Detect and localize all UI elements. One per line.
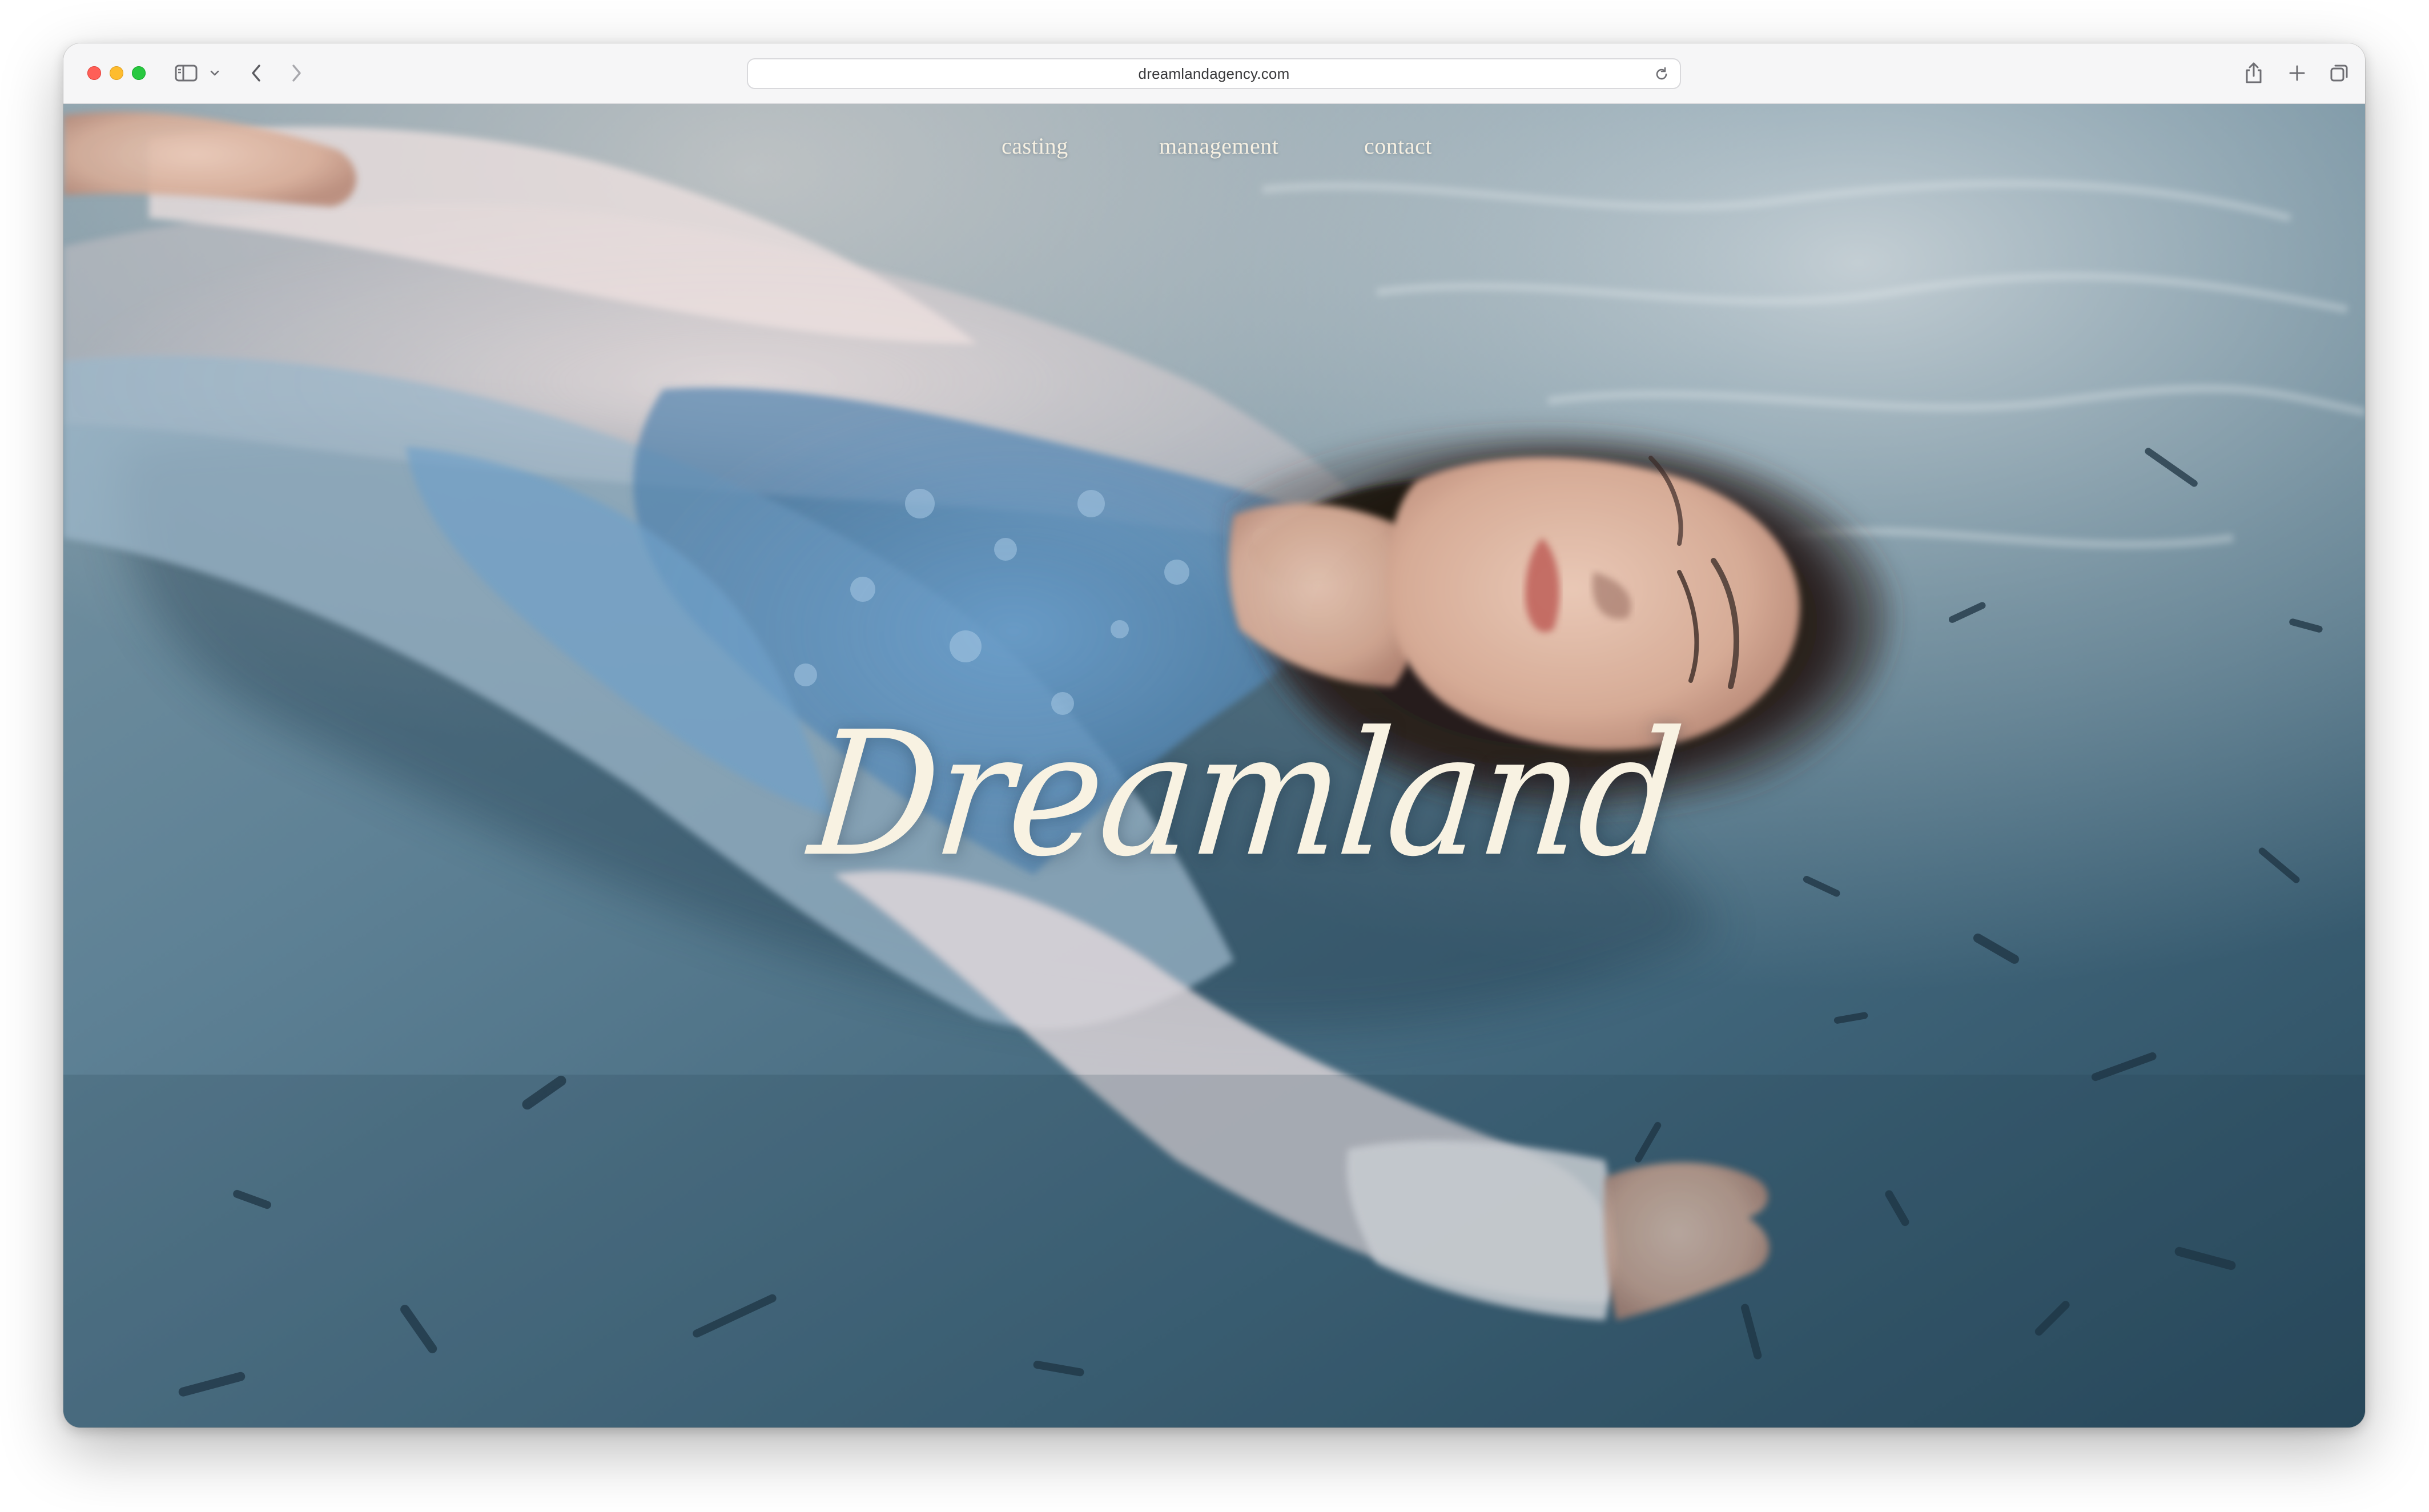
chevron-right-icon: [292, 65, 301, 82]
share-button[interactable]: [2241, 58, 2266, 88]
browser-toolbar: dreamlandagency.com: [63, 43, 2365, 104]
chevron-down-icon: [210, 70, 219, 76]
screen: dreamlandagency.com casting management c…: [0, 0, 2429, 1512]
tab-overview-button[interactable]: [2327, 58, 2352, 88]
address-bar[interactable]: dreamlandagency.com: [747, 58, 1681, 89]
site-nav: casting management contact: [63, 132, 2365, 172]
zoom-window-button[interactable]: [132, 66, 146, 80]
web-page: casting management contact Dreamland: [63, 104, 2365, 1427]
sidebar-menu-button[interactable]: [206, 58, 223, 88]
back-button[interactable]: [245, 58, 268, 88]
forward-button[interactable]: [285, 58, 308, 88]
chevron-left-icon: [252, 65, 260, 82]
nav-link-management[interactable]: management: [1159, 132, 1278, 159]
logo-wordmark: Dreamland: [802, 695, 1688, 894]
site-logo[interactable]: Dreamland: [803, 675, 1688, 915]
sidebar-toggle-button[interactable]: [172, 58, 200, 88]
reload-icon[interactable]: [1654, 66, 1670, 82]
browser-window: dreamlandagency.com casting management c…: [63, 43, 2365, 1427]
minimize-window-button[interactable]: [110, 66, 123, 80]
nav-link-contact[interactable]: contact: [1364, 132, 1432, 159]
url-text: dreamlandagency.com: [1138, 65, 1290, 82]
tabs-icon: [2330, 65, 2348, 82]
new-tab-button[interactable]: [2285, 58, 2310, 88]
nav-link-casting[interactable]: casting: [1002, 132, 1068, 159]
sidebar-icon: [175, 65, 198, 82]
share-icon: [2246, 62, 2262, 83]
close-window-button[interactable]: [87, 66, 101, 80]
plus-icon: [2289, 65, 2305, 81]
